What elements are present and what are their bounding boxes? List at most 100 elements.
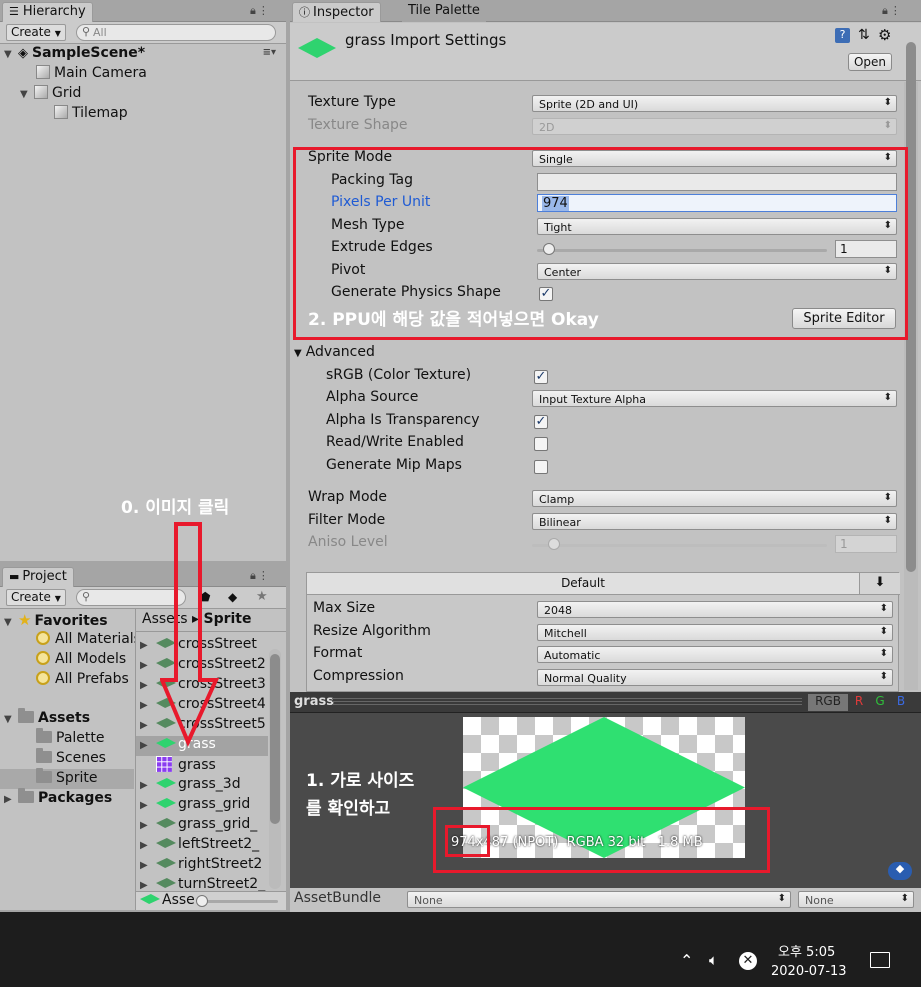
channel-b-button[interactable]: B xyxy=(892,694,910,711)
folder-item-scenes[interactable]: Scenes xyxy=(36,748,106,770)
favorite-item[interactable]: All Prefabs xyxy=(36,671,129,691)
channel-g-button[interactable]: G xyxy=(871,694,889,711)
hierarchy-item-main-camera[interactable]: Main Camera xyxy=(36,65,147,85)
scene-menu-icon[interactable]: ≡▾ xyxy=(263,47,276,58)
expand-arrow-icon[interactable]: ▶ xyxy=(140,740,156,751)
filter-mode-dropdown[interactable]: Bilinear xyxy=(532,513,897,530)
expand-arrow-icon[interactable]: ▼ xyxy=(4,714,18,725)
star-icon: ★ xyxy=(18,611,32,629)
expand-arrow-icon[interactable]: ▶ xyxy=(140,860,156,871)
folder-item-palette[interactable]: Palette xyxy=(36,728,105,750)
assets-row[interactable]: ▼ Assets xyxy=(4,708,91,730)
channel-label: G xyxy=(875,694,885,708)
tab-menu-icon[interactable]: 🔒︎⋮ xyxy=(882,4,903,18)
expand-arrow-icon[interactable]: ▶ xyxy=(140,700,156,711)
filter-label-icon[interactable]: ◆ xyxy=(228,590,237,604)
show-hidden-icons-chevron-icon[interactable]: ⌃ xyxy=(680,951,693,970)
preview-header: grass RGB R G B xyxy=(290,692,921,713)
tab-inspector[interactable]: ⓘ Inspector xyxy=(292,2,381,22)
icon-size-slider[interactable] xyxy=(202,900,278,903)
hierarchy-item-grid[interactable]: ▼ Grid xyxy=(20,85,81,105)
max-size-dropdown[interactable]: 2048 xyxy=(537,601,893,618)
download-icon[interactable]: ⬇ xyxy=(859,573,900,595)
resize-algorithm-dropdown[interactable]: Mitchell xyxy=(537,624,893,641)
expand-arrow-icon[interactable]: ▶ xyxy=(140,820,156,831)
tile-icon xyxy=(155,838,177,848)
preview-drag-handle[interactable] xyxy=(332,698,802,706)
packages-row[interactable]: ▶ Packages xyxy=(4,788,112,810)
expand-arrow-icon[interactable]: ▶ xyxy=(140,780,156,791)
network-disconnected-icon[interactable]: ✕ xyxy=(739,952,757,970)
assetbundle-name-dropdown[interactable]: None xyxy=(407,891,791,908)
project-file-item[interactable]: ▶ grass_3d xyxy=(136,776,268,796)
format-dropdown[interactable]: Automatic xyxy=(537,646,893,663)
expand-arrow-icon[interactable]: ▶ xyxy=(140,800,156,811)
generate-mip-maps-checkbox[interactable] xyxy=(534,460,548,474)
open-button[interactable]: Open xyxy=(848,53,892,71)
srgb-checkbox[interactable]: ✓ xyxy=(534,370,548,384)
favorite-item[interactable]: All Materials xyxy=(36,631,141,651)
tab-menu-icon[interactable]: 🔒︎⋮ xyxy=(250,4,271,18)
folder-item-sprite[interactable]: Sprite xyxy=(36,768,98,790)
expand-arrow-icon[interactable]: ▼ xyxy=(4,617,18,628)
project-file-item[interactable]: ▶ grass_grid xyxy=(136,796,268,816)
help-icon[interactable]: ? xyxy=(835,28,850,43)
action-center-icon[interactable] xyxy=(870,952,890,968)
channel-label: RGB xyxy=(815,694,841,708)
clock-date[interactable]: 2020-07-13 xyxy=(771,964,847,979)
project-file-item[interactable]: grass xyxy=(136,756,268,776)
hierarchy-search-input[interactable]: All xyxy=(76,24,276,41)
expand-arrow-icon[interactable]: ▶ xyxy=(140,660,156,671)
hierarchy-item-tilemap[interactable]: Tilemap xyxy=(54,105,128,125)
advanced-label: Advanced xyxy=(305,344,375,360)
favorite-star-icon[interactable]: ★ xyxy=(256,589,268,604)
expand-arrow-icon[interactable]: ▶ xyxy=(140,720,156,731)
item-label: All Models xyxy=(55,651,127,667)
project-file-item[interactable]: ▶ rightStreet2 xyxy=(136,856,268,876)
wrap-mode-dropdown[interactable]: Clamp xyxy=(532,490,897,507)
volume-icon[interactable]: 🔈︎ xyxy=(709,951,718,969)
icon-size-slider-knob[interactable] xyxy=(196,895,208,907)
favorite-item[interactable]: All Models xyxy=(36,651,126,671)
expand-arrow-icon[interactable]: ▶ xyxy=(140,880,156,891)
tab-hierarchy[interactable]: ☰ Hierarchy xyxy=(2,2,93,22)
channel-rgb-button[interactable]: RGB xyxy=(808,694,848,711)
create-button[interactable]: Create ▼ xyxy=(6,589,66,606)
vertical-scrollbar[interactable] xyxy=(269,649,281,889)
tile-icon xyxy=(155,798,177,808)
project-file-item[interactable]: ▶ grass_grid_ xyxy=(136,816,268,836)
assetbundle-name-value: None xyxy=(414,894,443,907)
annotation-box-width xyxy=(445,825,490,857)
create-button[interactable]: Create ▼ xyxy=(6,24,66,41)
advanced-foldout[interactable]: ▼ Advanced xyxy=(294,344,375,364)
expand-arrow-icon[interactable]: ▼ xyxy=(20,89,34,100)
assetbundle-variant-dropdown[interactable]: None xyxy=(798,891,914,908)
channel-r-button[interactable]: R xyxy=(850,694,868,711)
annotation-step-2: 2. PPU에 해당 값을 적어넣으면 Okay xyxy=(308,310,599,330)
channel-label: B xyxy=(896,694,906,708)
tag-icon[interactable]: ◆ xyxy=(888,862,912,880)
read-write-enabled-checkbox[interactable] xyxy=(534,437,548,451)
platform-tab-default[interactable]: Default xyxy=(307,573,859,595)
texture-type-dropdown[interactable]: Sprite (2D and UI) xyxy=(532,95,897,112)
scene-row[interactable]: ▼ ◈ SampleScene* ≡▾ xyxy=(4,45,282,65)
label-alpha-source: Alpha Source xyxy=(326,389,419,405)
alpha-is-transparency-checkbox[interactable]: ✓ xyxy=(534,415,548,429)
clock-time[interactable]: 오후 5:05 xyxy=(778,941,835,960)
expand-arrow-icon[interactable]: ▶ xyxy=(140,680,156,691)
expand-arrow-icon[interactable]: ▶ xyxy=(140,640,156,651)
compression-dropdown[interactable]: Normal Quality xyxy=(537,669,893,686)
tab-project[interactable]: ▬ Project xyxy=(2,567,74,587)
tab-tile-palette[interactable]: Tile Palette xyxy=(402,2,486,22)
expand-arrow-icon[interactable]: ▶ xyxy=(140,840,156,851)
assets-label: Assets xyxy=(38,710,91,726)
project-file-item[interactable]: ▶ leftStreet2_ xyxy=(136,836,268,856)
expand-arrow-icon[interactable]: ▶ xyxy=(4,794,18,805)
gear-icon[interactable]: ⚙ xyxy=(878,26,891,44)
scrollbar-thumb[interactable] xyxy=(270,654,280,824)
expand-arrow-icon[interactable]: ▼ xyxy=(4,49,18,60)
favorites-row[interactable]: ▼ ★ Favorites xyxy=(4,611,108,631)
tab-menu-icon[interactable]: 🔒︎⋮ xyxy=(250,569,271,583)
alpha-source-dropdown[interactable]: Input Texture Alpha xyxy=(532,390,897,407)
preset-icon[interactable]: ⇅ xyxy=(858,27,870,43)
